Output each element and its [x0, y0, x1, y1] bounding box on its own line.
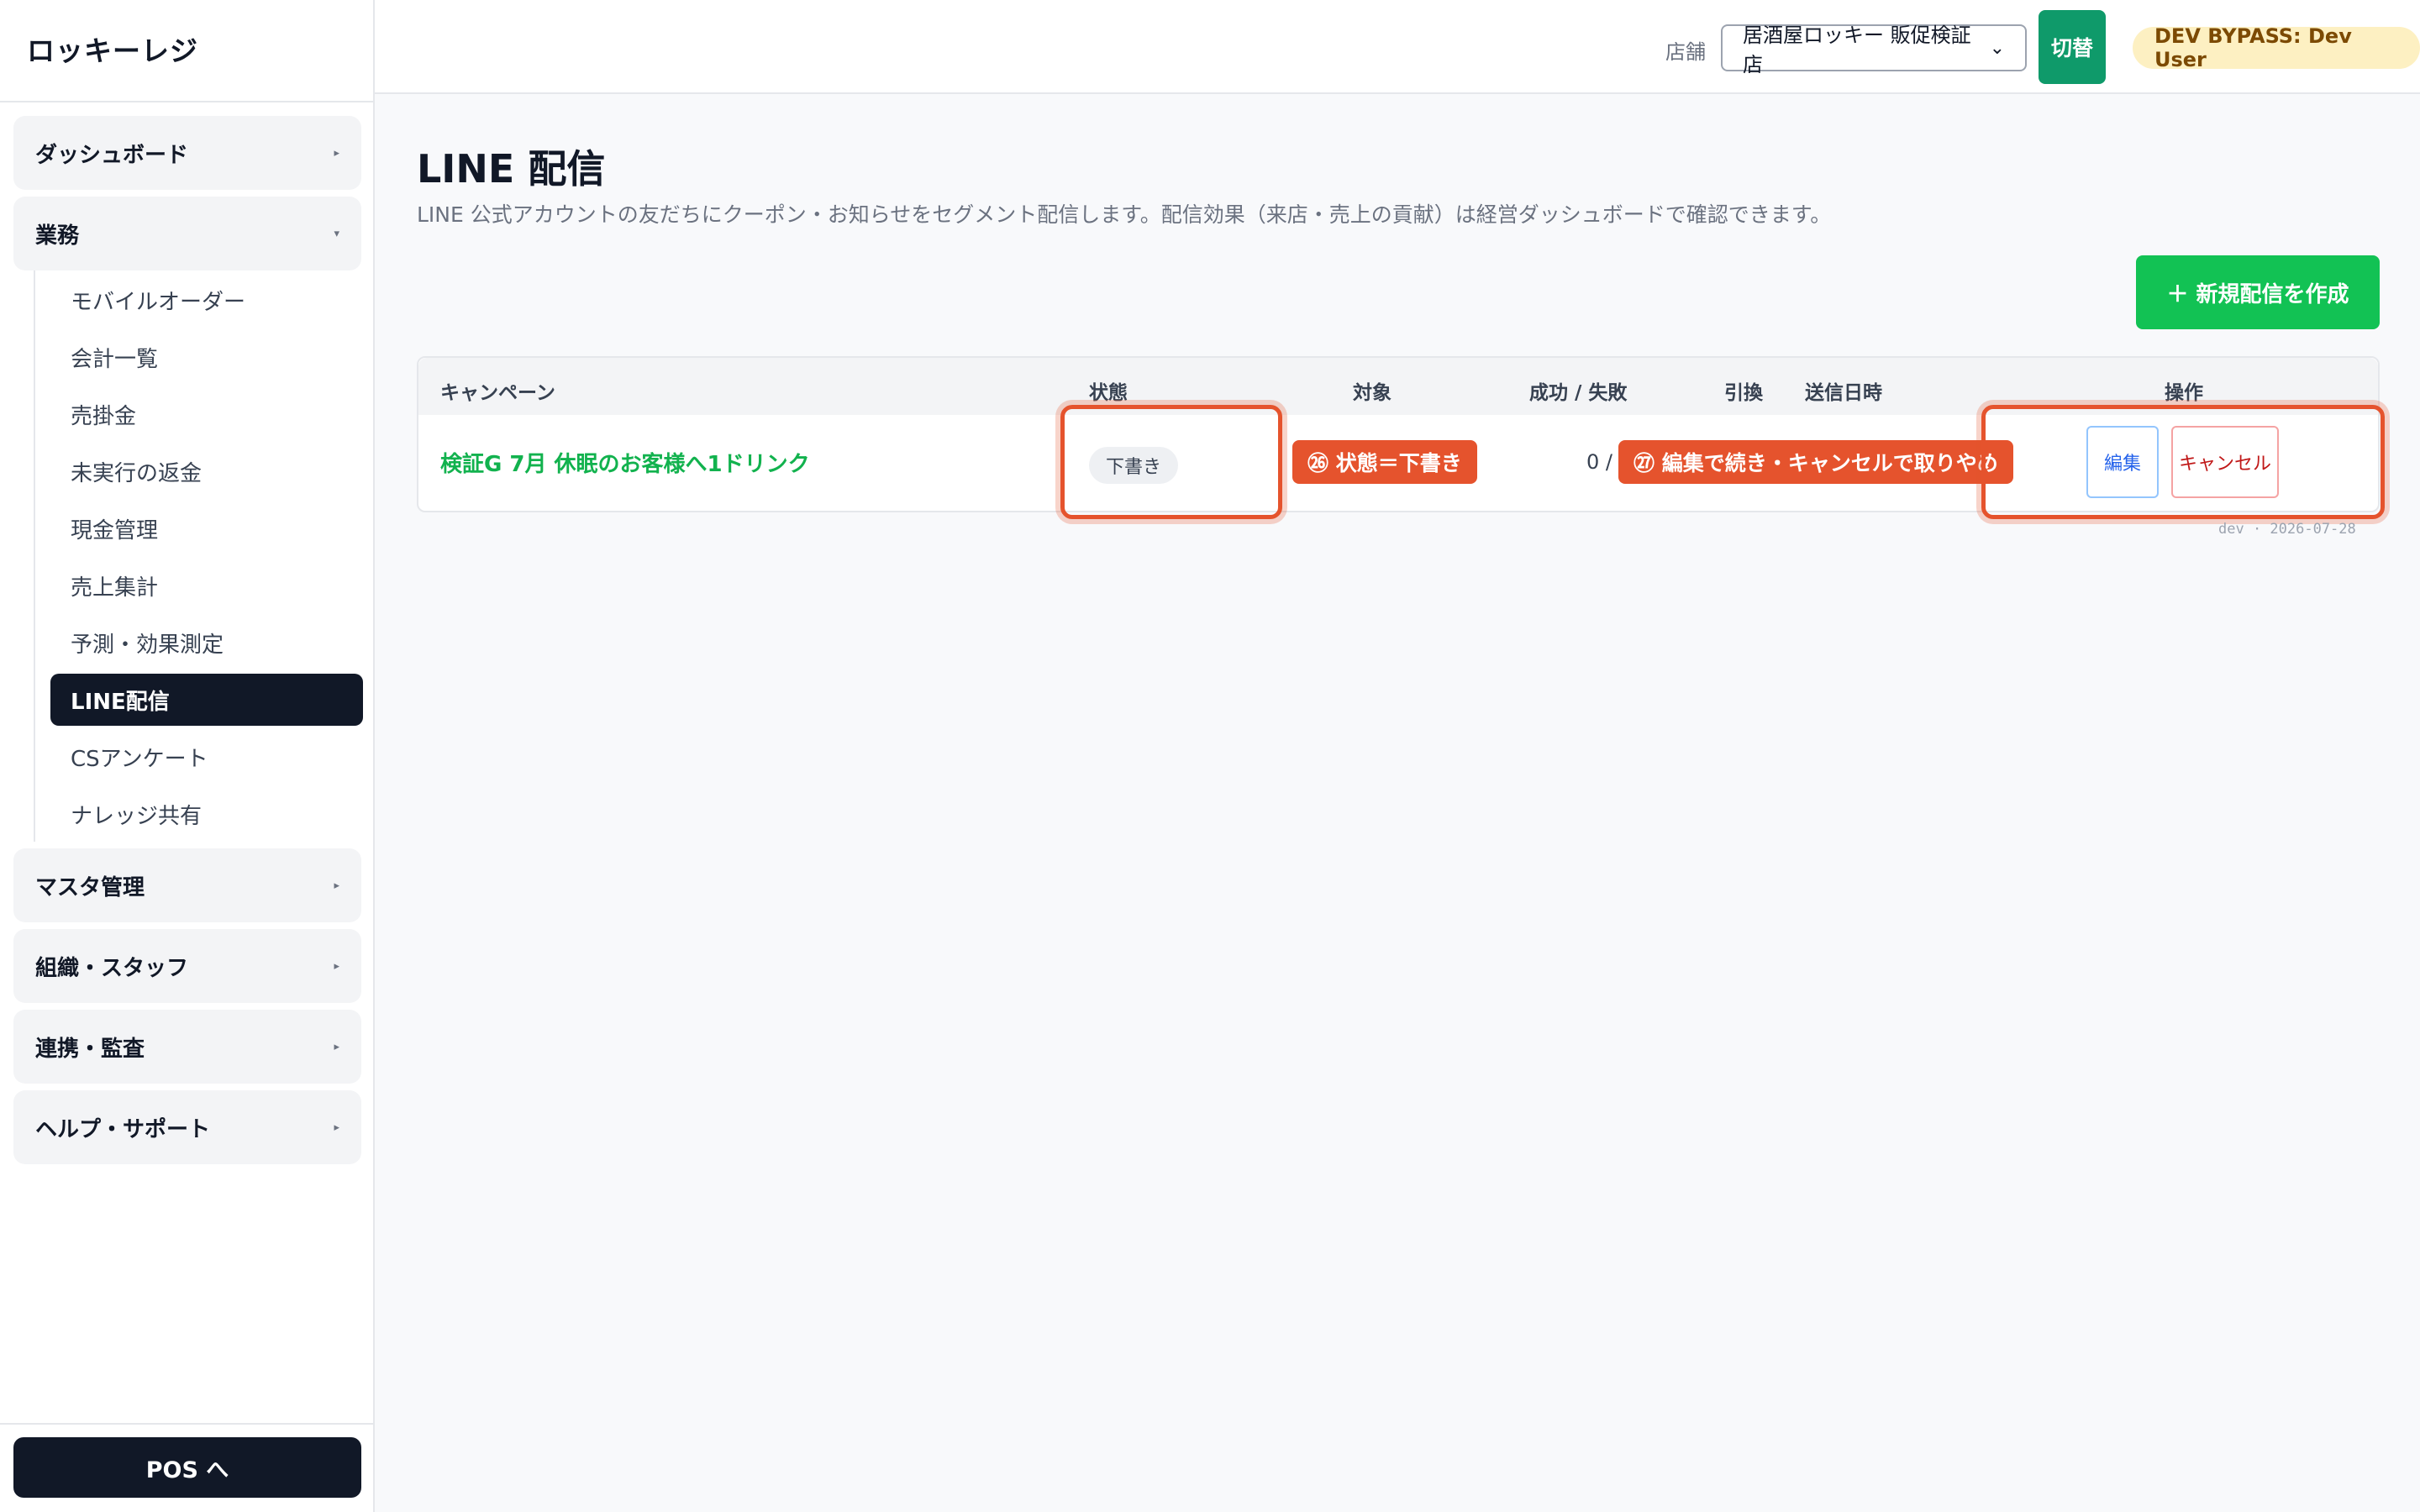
campaign-name-link[interactable]: 検証G 7月 休眠のお客様へ1ドリンク	[440, 447, 810, 478]
column-header-status: 状態	[1089, 382, 1128, 404]
nav-group-help[interactable]: ヘルプ・サポート ▸	[13, 1090, 361, 1164]
operations-submenu: モバイルオーダー 会計一覧 売掛金 未実行の返金 現金管理 売上集計 予測・効果…	[34, 270, 363, 842]
status-highlight-box	[1060, 405, 1282, 519]
nav-group-operations[interactable]: 業務 ▾	[13, 197, 361, 270]
caret-right-icon: ▸	[334, 146, 339, 160]
sidebar-item-cs-survey[interactable]: CSアンケート	[50, 731, 363, 783]
nav-group-operations-label: 業務	[35, 223, 80, 249]
sidebar-item-cash-management[interactable]: 現金管理	[50, 502, 363, 554]
nav-group-dashboard[interactable]: ダッシュボード ▸	[13, 116, 361, 190]
sidebar-item-sales-summary[interactable]: 売上集計	[50, 559, 363, 612]
annotation-tag-26: ㉖ 状態＝下書き	[1292, 440, 1477, 484]
nav-group-org-staff-label: 組織・スタッフ	[35, 955, 189, 981]
nav-group-org-staff[interactable]: 組織・スタッフ ▸	[13, 929, 361, 1003]
page-title: LINE 配信	[417, 146, 606, 192]
caret-right-icon: ▸	[334, 1121, 339, 1134]
column-header-success-fail: 成功 / 失敗	[1529, 382, 1628, 404]
chevron-down-icon: ⌄	[1989, 37, 2005, 59]
topbar: 店舗 居酒屋ロッキー 販促検証店 ⌄ 切替 DEV BYPASS: Dev Us…	[375, 0, 2420, 94]
column-header-sent-at: 送信日時	[1805, 382, 1882, 404]
sidebar: ロッキーレジ ダッシュボード ▸ 業務 ▾ モバイルオーダー 会計一覧 売掛金 …	[0, 0, 375, 1512]
success-fail-count: 0 /	[1586, 450, 1612, 474]
sidebar-bottom-divider	[0, 1423, 375, 1425]
brand-logo-text[interactable]: ロッキーレジ	[27, 29, 198, 69]
store-select-value: 居酒屋ロッキー 販促検証店	[1743, 24, 1971, 76]
caret-down-icon: ▾	[334, 227, 339, 240]
column-header-actions: 操作	[2165, 382, 2203, 404]
brand-divider	[0, 101, 375, 102]
sidebar-item-line-delivery[interactable]: LINE配信	[50, 674, 363, 726]
nav-group-master[interactable]: マスタ管理 ▸	[13, 848, 361, 922]
switch-store-button[interactable]: 切替	[2039, 10, 2106, 84]
store-label: 店舗	[1665, 40, 1706, 64]
new-campaign-button[interactable]: ＋ 新規配信を作成	[2136, 255, 2380, 329]
caret-right-icon: ▸	[334, 879, 339, 892]
nav-group-master-label: マスタ管理	[35, 874, 145, 900]
nav-group-integration-label: 連携・監査	[35, 1036, 145, 1062]
caret-right-icon: ▸	[334, 959, 339, 973]
sidebar-item-pending-refunds[interactable]: 未実行の返金	[50, 445, 363, 497]
column-header-redeemed: 引換	[1724, 382, 1763, 404]
sidebar-item-mobile-order[interactable]: モバイルオーダー	[50, 274, 363, 326]
nav-group-help-label: ヘルプ・サポート	[35, 1116, 211, 1142]
column-header-target: 対象	[1353, 382, 1392, 404]
sidebar-item-forecast[interactable]: 予測・効果測定	[50, 617, 363, 669]
nav-group-integration[interactable]: 連携・監査 ▸	[13, 1010, 361, 1084]
pos-button[interactable]: POS へ	[13, 1437, 361, 1498]
sidebar-item-checkout-list[interactable]: 会計一覧	[50, 331, 363, 383]
sidebar-item-knowledge-share[interactable]: ナレッジ共有	[50, 788, 363, 840]
store-select[interactable]: 居酒屋ロッキー 販促検証店 ⌄	[1721, 24, 2027, 76]
nav-group-dashboard-label: ダッシュボード	[35, 142, 189, 168]
actions-highlight-box	[1981, 405, 2385, 519]
user-badge[interactable]: DEV BYPASS: Dev User	[2133, 24, 2420, 71]
caret-right-icon: ▸	[334, 1040, 339, 1053]
page-description: LINE 公式アカウントの友だちにクーポン・お知らせをセグメント配信します。配信…	[417, 202, 1832, 227]
annotation-tag-27: ㉗ 編集で続き・キャンセルで取りやめ	[1618, 440, 2013, 484]
sidebar-item-receivables[interactable]: 売掛金	[50, 388, 363, 440]
build-footnote: dev · 2026-07-28	[2218, 521, 2356, 538]
column-header-campaign: キャンペーン	[440, 382, 555, 404]
